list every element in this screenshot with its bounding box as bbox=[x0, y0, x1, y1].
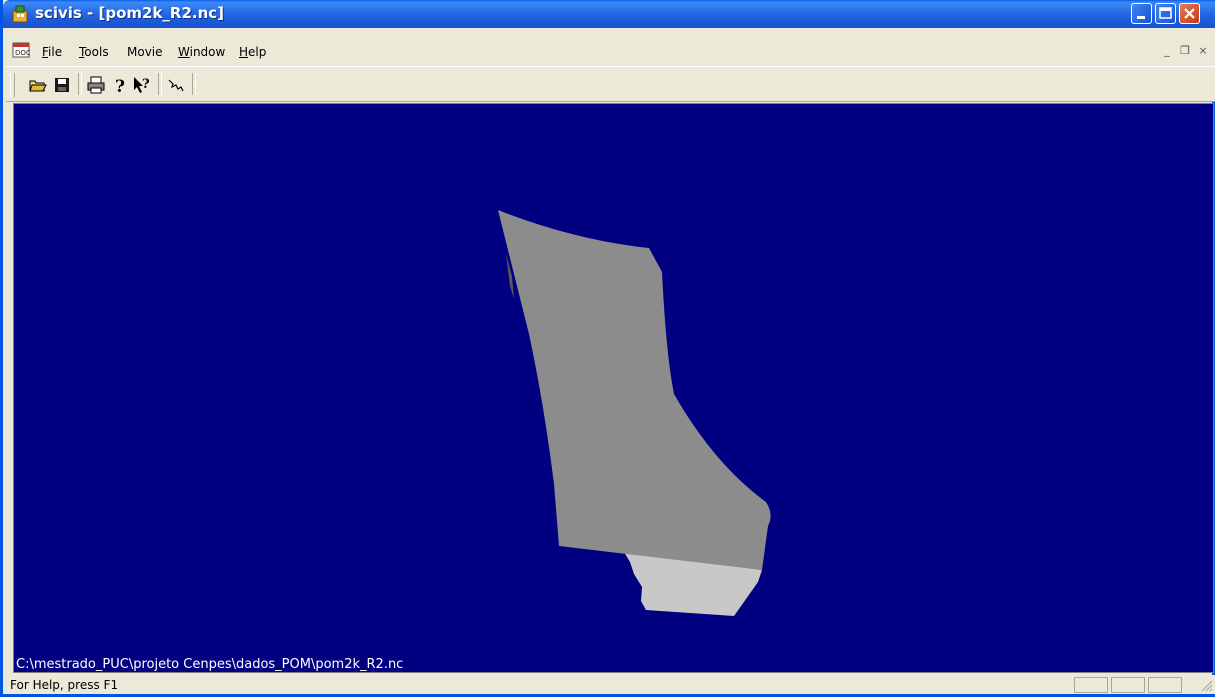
mdi-close-button[interactable]: × bbox=[1196, 44, 1210, 57]
menu-movie[interactable]: Movie bbox=[127, 45, 163, 59]
window-title: scivis - [pom2k_R2.nc] bbox=[35, 4, 225, 22]
curve-tool-icon[interactable] bbox=[166, 75, 186, 95]
close-icon bbox=[1184, 8, 1195, 19]
status-panel-cap bbox=[1074, 677, 1108, 693]
surface-render bbox=[498, 210, 771, 616]
menu-help[interactable]: Help bbox=[239, 45, 266, 59]
app-icon bbox=[12, 5, 28, 23]
context-help-icon[interactable]: ? bbox=[132, 75, 152, 95]
minimize-button[interactable] bbox=[1131, 3, 1152, 24]
mdi-minimize-button[interactable]: _ bbox=[1160, 44, 1174, 57]
menu-bar: DOC File Tools Movie Window Help _ ❐ × bbox=[6, 28, 1215, 66]
toolbar-grip[interactable] bbox=[10, 73, 15, 97]
maximize-icon bbox=[1159, 7, 1172, 19]
minimize-icon bbox=[1137, 16, 1145, 19]
resize-grip-icon[interactable] bbox=[1199, 678, 1213, 692]
menu-file[interactable]: File bbox=[42, 45, 62, 59]
status-text: For Help, press F1 bbox=[10, 678, 119, 692]
title-bar[interactable]: scivis - [pom2k_R2.nc] bbox=[3, 0, 1215, 28]
close-button[interactable] bbox=[1179, 3, 1200, 24]
mdi-restore-button[interactable]: ❐ bbox=[1178, 44, 1192, 57]
menu-tools[interactable]: Tools bbox=[79, 45, 109, 59]
help-about-icon[interactable]: ? bbox=[110, 75, 130, 95]
render-viewport[interactable]: C:\mestrado_PUC\projeto Cenpes\dados_POM… bbox=[13, 103, 1214, 673]
toolbar-separator bbox=[192, 73, 196, 95]
toolbar-separator bbox=[78, 73, 82, 95]
toolbar-separator bbox=[158, 73, 162, 95]
open-icon[interactable] bbox=[28, 75, 48, 95]
file-path-label: C:\mestrado_PUC\projeto Cenpes\dados_POM… bbox=[16, 657, 404, 672]
surface-main-face bbox=[498, 210, 771, 570]
app-window: scivis - [pom2k_R2.nc] DOC File Tools Mo… bbox=[0, 0, 1215, 697]
svg-text:DOC: DOC bbox=[15, 49, 30, 57]
toolbar: ? ? bbox=[6, 66, 1215, 102]
print-icon[interactable] bbox=[86, 75, 106, 95]
menu-window[interactable]: Window bbox=[178, 45, 225, 59]
maximize-button[interactable] bbox=[1155, 3, 1176, 24]
save-icon[interactable] bbox=[52, 75, 72, 95]
svg-text:?: ? bbox=[115, 77, 125, 95]
document-icon[interactable]: DOC bbox=[12, 42, 30, 58]
svg-text:?: ? bbox=[142, 77, 150, 92]
status-bar: For Help, press F1 bbox=[6, 675, 1215, 694]
status-panel-num bbox=[1111, 677, 1145, 693]
status-panel-scrl bbox=[1148, 677, 1182, 693]
